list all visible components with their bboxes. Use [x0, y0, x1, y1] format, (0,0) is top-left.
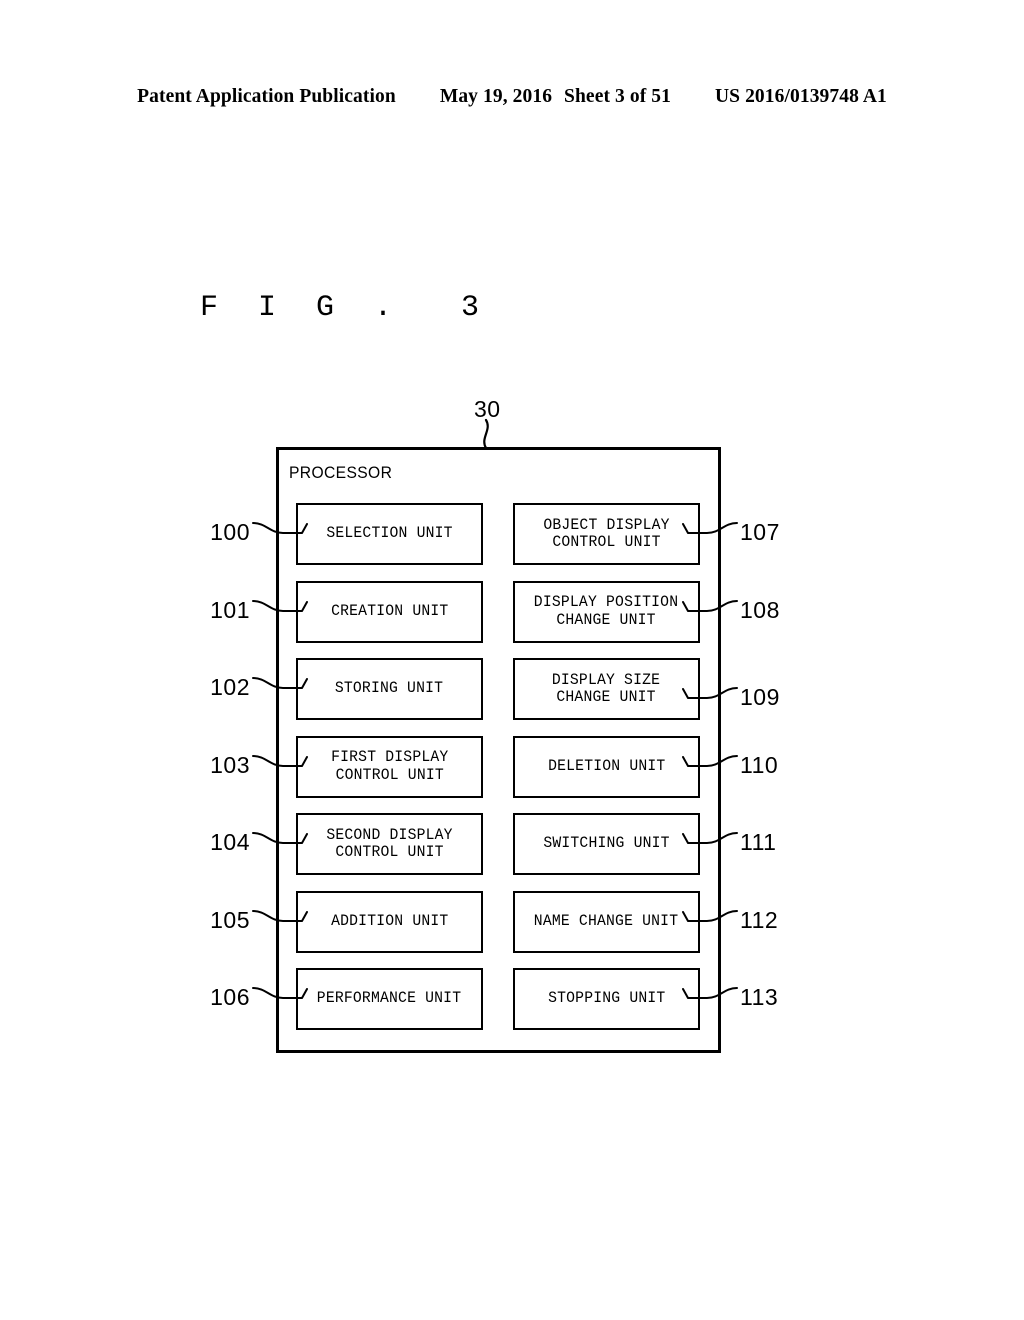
- leader-line: [252, 522, 308, 534]
- unit-block-108[interactable]: DISPLAY POSITION CHANGE UNIT: [513, 580, 700, 643]
- unit-block-label: PERFORMANCE UNIT: [317, 989, 462, 1008]
- unit-block-110[interactable]: DELETION UNIT: [513, 735, 700, 798]
- leader-line: [682, 599, 738, 612]
- unit-block-102[interactable]: STORING UNIT: [296, 658, 483, 720]
- reference-number-100: 100: [210, 519, 250, 545]
- unit-block-113[interactable]: STOPPING UNIT: [513, 968, 700, 1030]
- reference-number-110: 110: [740, 751, 779, 778]
- unit-block-label: STORING UNIT: [335, 679, 444, 698]
- reference-number-108: 108: [740, 596, 780, 623]
- leader-line: [252, 754, 308, 767]
- reference-number-105: 105: [210, 906, 250, 933]
- reference-number-113: 113: [740, 984, 779, 1010]
- unit-block-label: NAME CHANGE UNIT: [534, 911, 679, 930]
- reference-number-109: 109: [740, 684, 780, 710]
- unit-block-112[interactable]: NAME CHANGE UNIT: [513, 890, 700, 953]
- unit-block-label: DELETION UNIT: [547, 756, 666, 775]
- leader-line: [682, 832, 738, 844]
- processor-label: PROCESSOR: [289, 463, 393, 482]
- unit-block-101[interactable]: CREATION UNIT: [296, 580, 483, 643]
- leader-line: [682, 754, 738, 767]
- reference-number-101: 101: [210, 596, 250, 623]
- reference-number-111: 111: [740, 829, 777, 855]
- unit-block-111[interactable]: SWITCHING UNIT: [513, 813, 700, 875]
- reference-number-102: 102: [210, 674, 250, 700]
- unit-block-label: ADDITION UNIT: [330, 911, 449, 930]
- unit-block-label: STOPPING UNIT: [547, 989, 666, 1008]
- unit-block-label: DISPLAY POSITION CHANGE UNIT: [534, 593, 679, 629]
- unit-block-106[interactable]: PERFORMANCE UNIT: [296, 968, 483, 1030]
- reference-number-103: 103: [210, 751, 250, 778]
- leader-line: [252, 987, 308, 999]
- reference-number-106: 106: [210, 984, 250, 1010]
- unit-block-label: SELECTION UNIT: [326, 524, 453, 543]
- unit-block-104[interactable]: SECOND DISPLAY CONTROL UNIT: [296, 813, 483, 875]
- leader-line: [682, 522, 738, 534]
- unit-block-label: DISPLAY SIZE CHANGE UNIT: [552, 670, 661, 706]
- unit-block-100[interactable]: SELECTION UNIT: [296, 503, 483, 565]
- leader-line: [252, 599, 308, 612]
- unit-block-107[interactable]: OBJECT DISPLAY CONTROL UNIT: [513, 503, 700, 565]
- leader-line: [252, 832, 308, 844]
- unit-block-label: SWITCHING UNIT: [543, 834, 670, 853]
- reference-number-112: 112: [740, 906, 779, 933]
- leader-line: [682, 987, 738, 999]
- reference-number-104: 104: [210, 829, 250, 855]
- leader-line: [682, 909, 738, 922]
- leader-line: [252, 909, 308, 922]
- unit-block-109[interactable]: DISPLAY SIZE CHANGE UNIT: [513, 658, 700, 720]
- unit-block-label: FIRST DISPLAY CONTROL UNIT: [330, 748, 449, 784]
- reference-number-107: 107: [740, 519, 780, 545]
- unit-block-105[interactable]: ADDITION UNIT: [296, 890, 483, 953]
- unit-block-label: OBJECT DISPLAY CONTROL UNIT: [543, 515, 670, 551]
- figure-3-block-diagram: 30 PROCESSOR SELECTION UNIT 100 CREATION U…: [0, 0, 1024, 1320]
- leader-line: [682, 687, 738, 699]
- unit-block-label: SECOND DISPLAY CONTROL UNIT: [326, 825, 453, 861]
- unit-block-label: CREATION UNIT: [330, 601, 449, 620]
- unit-block-103[interactable]: FIRST DISPLAY CONTROL UNIT: [296, 735, 483, 798]
- leader-line: [252, 677, 308, 689]
